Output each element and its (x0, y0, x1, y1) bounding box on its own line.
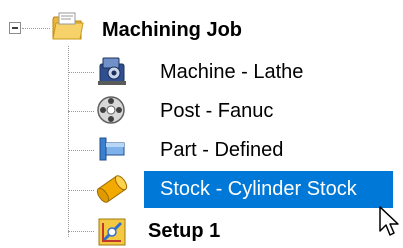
tree-node-label: Stock - Cylinder Stock (160, 178, 357, 200)
setup-icon (98, 218, 126, 246)
tree-node-label: Part - Defined (160, 139, 284, 161)
machine-icon (98, 57, 126, 85)
tree-node-label: Machining Job (102, 19, 242, 41)
post-icon (97, 96, 125, 124)
folder-icon (52, 12, 84, 40)
tree-node-label: Post - Fanuc (160, 100, 274, 122)
tree-node-label: Machine - Lathe (160, 61, 304, 83)
job-tree: Machining Job Machine - Lathe Post - Fan… (0, 0, 403, 246)
tree-node-label: Setup 1 (148, 220, 221, 242)
stock-icon (96, 175, 128, 203)
collapse-toggle[interactable] (9, 22, 21, 34)
selection-highlight: Stock - Cylinder Stock (144, 171, 393, 208)
part-icon (99, 137, 125, 161)
tree-connector (68, 190, 94, 191)
tree-connector (68, 46, 69, 237)
tree-connector (68, 111, 94, 112)
mouse-cursor-icon (379, 206, 399, 236)
tree-connector (22, 28, 50, 29)
tree-connector (68, 231, 94, 232)
tree-connector (68, 72, 94, 73)
tree-connector (68, 150, 94, 151)
